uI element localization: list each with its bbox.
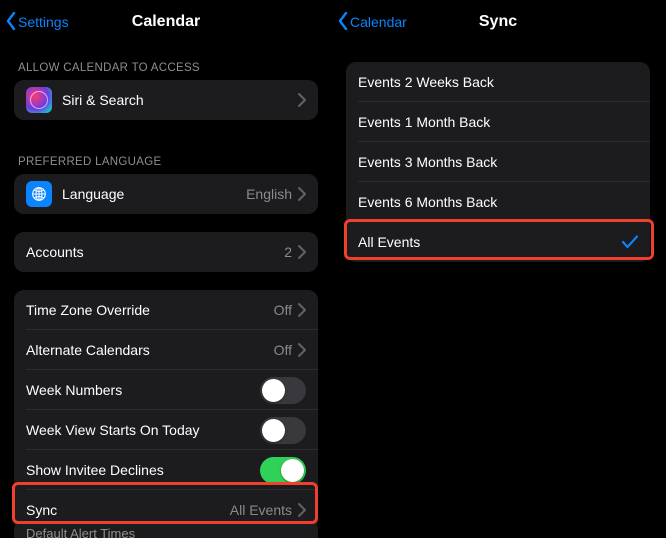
row-label: Time Zone Override [26, 302, 274, 318]
sync-option-row[interactable]: All Events [346, 222, 650, 262]
row-label: Sync [26, 502, 230, 518]
back-label: Calendar [350, 14, 407, 30]
group-sync-options: Events 2 Weeks Back Events 1 Month Back Ev… [346, 62, 650, 262]
row-label: Week View Starts On Today [26, 422, 260, 438]
row-label: Default Alert Times [26, 526, 306, 538]
back-button-settings[interactable]: Settings [6, 0, 69, 44]
page-title: Sync [479, 13, 517, 31]
row-value: Off [274, 342, 292, 358]
row-accounts[interactable]: Accounts 2 [14, 232, 318, 272]
calendar-settings-pane: Settings Calendar ALLOW CALENDAR TO ACCE… [0, 0, 332, 538]
chevron-left-icon [338, 12, 350, 33]
toggle-week-numbers[interactable] [260, 377, 306, 404]
row-label: Week Numbers [26, 382, 260, 398]
group-accounts: Accounts 2 [14, 232, 318, 272]
section-header-language: PREFERRED LANGUAGE [14, 138, 318, 174]
row-time-zone-override[interactable]: Time Zone Override Off [14, 290, 318, 330]
chevron-left-icon [6, 12, 18, 33]
section-header-access: ALLOW CALENDAR TO ACCESS [14, 44, 318, 80]
chevron-right-icon [298, 245, 306, 259]
row-label: All Events [358, 234, 622, 250]
group-options: Time Zone Override Off Alternate Calenda… [14, 290, 318, 530]
row-value: All Events [230, 502, 292, 518]
back-button-calendar[interactable]: Calendar [338, 0, 407, 44]
checkmark-icon [622, 235, 638, 249]
row-label: Siri & Search [62, 92, 298, 108]
row-language[interactable]: Language English [14, 174, 318, 214]
sync-option-row[interactable]: Events 2 Weeks Back [346, 62, 650, 102]
row-label: Accounts [26, 244, 284, 260]
back-label: Settings [18, 14, 69, 30]
sync-settings-pane: Calendar Sync Events 2 Weeks BackEvents … [332, 0, 664, 538]
row-label: Alternate Calendars [26, 342, 274, 358]
row-value: English [246, 186, 292, 202]
row-week-view-start-today[interactable]: Week View Starts On Today [14, 410, 318, 450]
row-show-invitee-declines[interactable]: Show Invitee Declines [14, 450, 318, 490]
row-label: Events 2 Weeks Back [358, 74, 638, 90]
nav-bar: Settings Calendar [0, 0, 332, 44]
row-value: Off [274, 302, 292, 318]
chevron-right-icon [298, 503, 306, 517]
row-label: Events 3 Months Back [358, 154, 638, 170]
row-default-alert-times[interactable]: Default Alert Times [14, 520, 318, 538]
chevron-right-icon [298, 343, 306, 357]
row-value: 2 [284, 244, 292, 260]
row-alternate-calendars[interactable]: Alternate Calendars Off [14, 330, 318, 370]
chevron-right-icon [298, 303, 306, 317]
page-title: Calendar [132, 13, 200, 31]
nav-bar: Calendar Sync [332, 0, 664, 44]
globe-icon [26, 181, 52, 207]
row-label: Show Invitee Declines [26, 462, 260, 478]
row-label: Events 6 Months Back [358, 194, 638, 210]
toggle-show-invitee-declines[interactable] [260, 457, 306, 484]
siri-icon [26, 87, 52, 113]
row-label: Language [62, 186, 246, 202]
row-siri-search[interactable]: Siri & Search [14, 80, 318, 120]
chevron-right-icon [298, 187, 306, 201]
sync-option-row[interactable]: Events 1 Month Back [346, 102, 650, 142]
sync-option-row[interactable]: Events 3 Months Back [346, 142, 650, 182]
row-week-numbers[interactable]: Week Numbers [14, 370, 318, 410]
group-access: Siri & Search [14, 80, 318, 120]
sync-option-row[interactable]: Events 6 Months Back [346, 182, 650, 222]
group-language: Language English [14, 174, 318, 214]
chevron-right-icon [298, 93, 306, 107]
row-label: Events 1 Month Back [358, 114, 638, 130]
toggle-week-view-start-today[interactable] [260, 417, 306, 444]
